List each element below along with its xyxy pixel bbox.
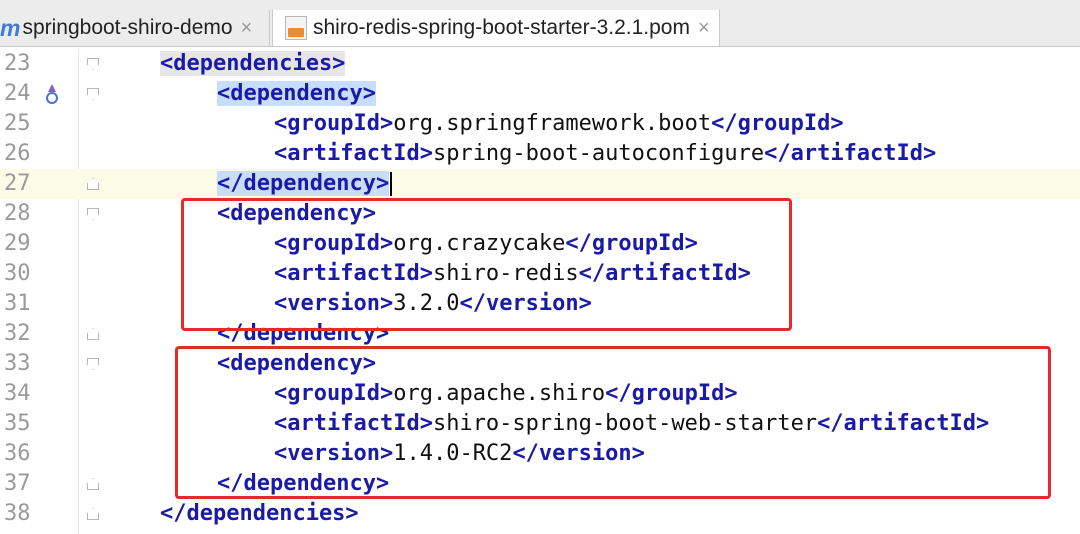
code-line[interactable]: 26 <artifactId>spring-boot-autoconfigure<… xyxy=(0,139,1080,169)
xml-close-tag: </dependencies> xyxy=(160,501,359,526)
line-number: 36 xyxy=(4,441,31,466)
line-number: 38 xyxy=(4,501,31,526)
xml-open-tag: <dependency> xyxy=(217,81,376,106)
xml-value: org.springframework.boot xyxy=(393,111,712,136)
fold-open-icon[interactable] xyxy=(87,208,99,220)
code-text: </dependencies> xyxy=(160,499,359,529)
line-number: 25 xyxy=(4,111,31,136)
line-number: 28 xyxy=(4,201,31,226)
pom-file-icon xyxy=(285,16,307,40)
code-text: <dependency> xyxy=(217,79,376,109)
tab-pom-file[interactable]: shiro-redis-spring-boot-starter-3.2.1.po… xyxy=(272,10,720,46)
line-number: 29 xyxy=(4,231,31,256)
line-number: 24 xyxy=(4,81,31,106)
line-number: 34 xyxy=(4,381,31,406)
code-text: <dependencies> xyxy=(160,49,346,79)
code-line[interactable]: 38 </dependencies> xyxy=(0,499,1080,529)
xml-open-tag: <dependencies> xyxy=(160,51,346,76)
line-number: 27 xyxy=(4,171,31,196)
text-caret xyxy=(390,172,393,196)
tab-label: springboot-shiro-demo xyxy=(22,16,233,39)
fold-open-icon[interactable] xyxy=(87,358,99,370)
fold-close-icon[interactable] xyxy=(87,508,99,520)
fold-close-icon[interactable] xyxy=(87,178,99,190)
line-number: 23 xyxy=(4,51,31,76)
override-arrow-icon[interactable] xyxy=(44,84,60,104)
xml-value: spring-boot-autoconfigure xyxy=(432,141,765,166)
line-number: 30 xyxy=(4,261,31,286)
code-text: <artifactId>spring-boot-autoconfigure</a… xyxy=(274,139,936,169)
code-line[interactable]: 27 </dependency> xyxy=(0,169,1080,199)
fold-close-icon[interactable] xyxy=(87,478,99,490)
fold-open-icon[interactable] xyxy=(87,88,99,100)
line-number: 31 xyxy=(4,291,31,316)
close-icon[interactable]: × xyxy=(241,17,253,40)
code-line[interactable]: 23 <dependencies> xyxy=(0,49,1080,79)
maven-m-icon: m xyxy=(0,14,21,41)
xml-close-tag: </artifactId> xyxy=(764,141,937,166)
fold-close-icon[interactable] xyxy=(87,328,99,340)
code-line[interactable]: 25 <groupId>org.springframework.boot</gro… xyxy=(0,109,1080,139)
code-text: <groupId>org.springframework.boot</group… xyxy=(274,109,844,139)
line-number: 35 xyxy=(4,411,31,436)
close-icon[interactable]: × xyxy=(698,17,710,40)
xml-open-tag: <artifactId> xyxy=(274,141,433,166)
code-line[interactable]: 24 <dependency> xyxy=(0,79,1080,109)
highlight-box-shiro-spring xyxy=(175,346,1051,499)
xml-open-tag: <groupId> xyxy=(274,111,394,136)
xml-close-tag: </groupId> xyxy=(711,111,844,136)
line-number: 26 xyxy=(4,141,31,166)
tab-springboot-shiro-demo[interactable]: m springboot-shiro-demo × xyxy=(0,10,270,46)
code-text: </dependency> xyxy=(217,169,393,199)
xml-close-tag: </dependency> xyxy=(217,171,390,196)
highlight-box-shiro-redis xyxy=(181,198,792,331)
editor-tab-bar: m springboot-shiro-demo × shiro-redis-sp… xyxy=(0,0,1080,47)
line-number: 33 xyxy=(4,351,31,376)
tab-label: shiro-redis-spring-boot-starter-3.2.1.po… xyxy=(313,16,690,39)
fold-open-icon[interactable] xyxy=(87,58,99,70)
line-number: 37 xyxy=(4,471,31,496)
line-number: 32 xyxy=(4,321,31,346)
